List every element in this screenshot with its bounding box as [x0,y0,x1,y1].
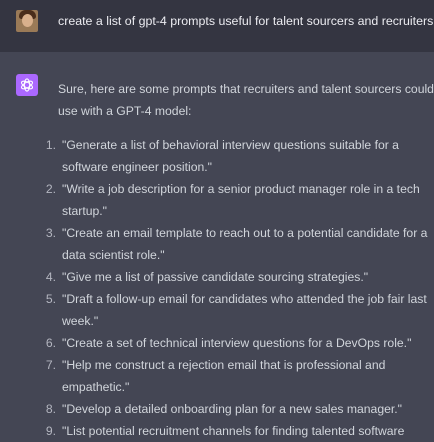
list-item-text: "Create an email template to reach out t… [62,222,432,266]
list-item-text: "Create a set of technical interview que… [62,332,432,354]
list-item-line: software engineer position." [62,160,212,174]
list-item: 3. "Create an email template to reach ou… [0,222,434,266]
list-item-line: "Write a job description for a senior pr… [62,182,420,196]
list-item-line: data scientist role." [62,248,165,262]
list-number: 9. [45,424,56,438]
list-number: 4. [45,270,56,284]
list-item-line: "Create an email template to reach out t… [62,226,428,240]
list-item-line: "Draft a follow-up email for candidates … [62,292,427,306]
user-message-text: create a list of gpt-4 prompts useful fo… [58,14,434,28]
list-item: 5. "Draft a follow-up email for candidat… [0,288,434,332]
list-number: 6. [45,336,56,350]
list-item-text: "Generate a list of behavioral interview… [62,134,432,178]
list-item-text: "Write a job description for a senior pr… [62,178,432,222]
user-avatar [16,10,38,32]
list-number: 7. [45,358,56,372]
list-item-line: "Create a set of technical interview que… [62,336,412,350]
list-item-line: "Give me a list of passive candidate sou… [62,270,369,284]
list-item: 2. "Write a job description for a senior… [0,178,434,222]
list-item: 7. "Help me construct a rejection email … [0,354,434,398]
list-item-text: "Develop a detailed onboarding plan for … [62,398,432,420]
list-item-text: "List potential recruitment channels for… [62,420,432,442]
list-number: 2. [45,182,56,196]
openai-logo-icon [16,74,38,96]
list-number: 3. [45,226,56,240]
list-item-line: "Generate a list of behavioral interview… [62,138,399,152]
list-item-line: startup." [62,204,107,218]
list-item: 9. "List potential recruitment channels … [0,420,434,442]
list-item-text: "Give me a list of passive candidate sou… [62,266,432,288]
user-message-row: create a list of gpt-4 prompts useful fo… [0,0,434,52]
list-item: 8. "Develop a detailed onboarding plan f… [0,398,434,420]
list-item-text: "Help me construct a rejection email tha… [62,354,432,398]
list-item-line: "Develop a detailed onboarding plan for … [62,402,402,416]
list-number: 8. [45,402,56,416]
intro-line: use with a GPT-4 model: [58,104,192,118]
list-item-text: "Draft a follow-up email for candidates … [62,288,432,332]
intro-line: Sure, here are some prompts that recruit… [58,82,434,96]
list-item-line: "Help me construct a rejection email tha… [62,358,386,372]
assistant-intro: Sure, here are some prompts that recruit… [58,78,434,122]
list-item: 4. "Give me a list of passive candidate … [0,266,434,288]
list-item-line: week." [62,314,99,328]
list-item-line: empathetic." [62,380,130,394]
list-item: 6. "Create a set of technical interview … [0,332,434,354]
list-item: 1. "Generate a list of behavioral interv… [0,134,434,178]
list-item-line: "List potential recruitment channels for… [62,424,405,438]
list-number: 1. [45,138,56,152]
prompt-list: 1. "Generate a list of behavioral interv… [0,134,434,442]
list-number: 5. [45,292,56,306]
